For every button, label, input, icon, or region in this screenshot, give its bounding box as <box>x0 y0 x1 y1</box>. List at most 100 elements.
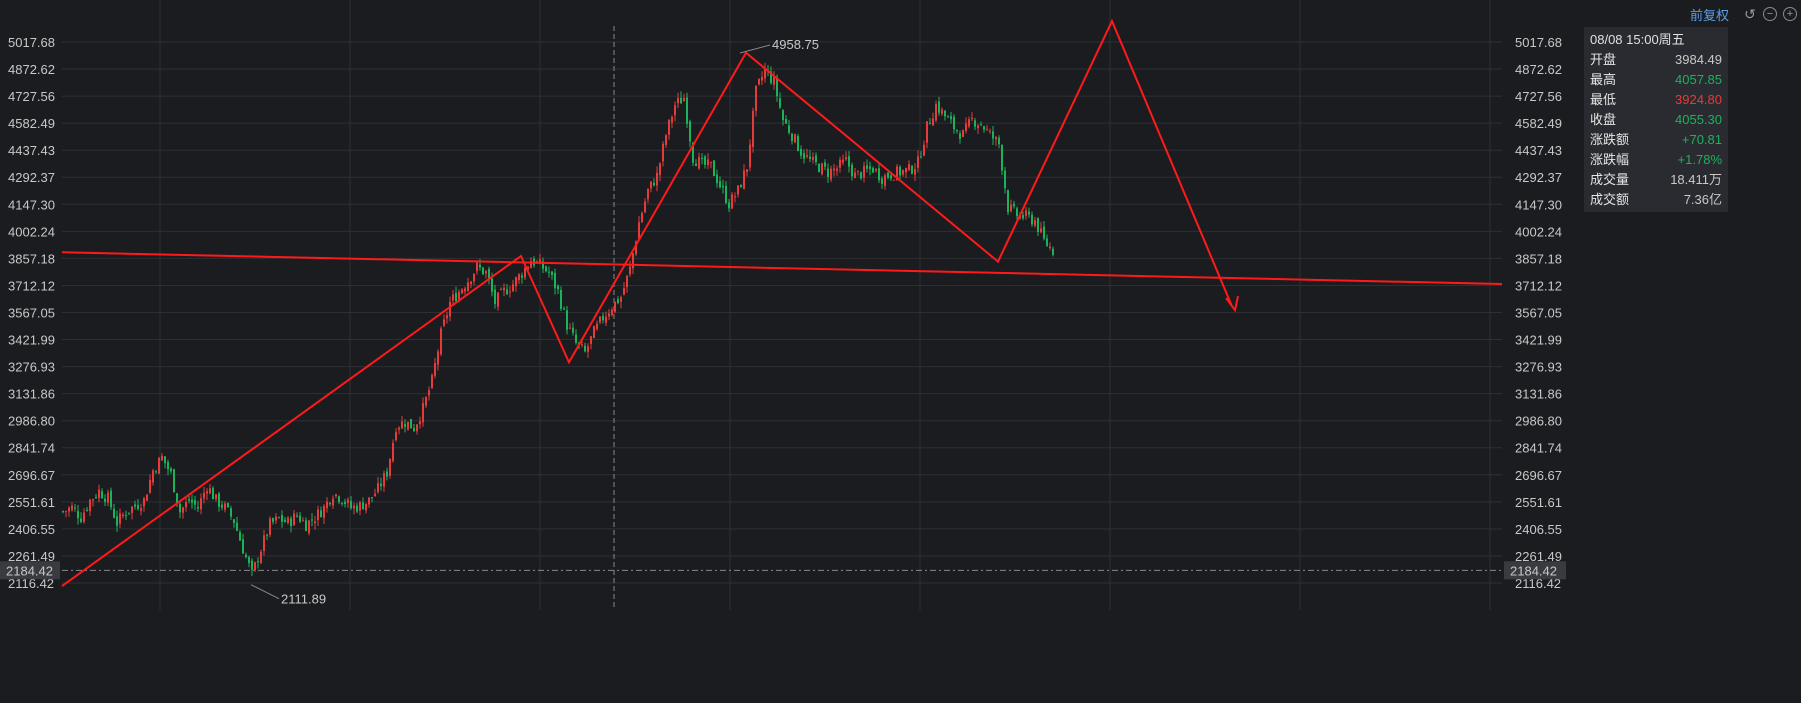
candle-body <box>791 133 793 142</box>
candle-body <box>182 507 184 513</box>
candle-body <box>275 516 277 521</box>
candle-body <box>812 156 814 160</box>
candle-body <box>752 110 754 147</box>
candle-body <box>83 512 85 522</box>
info-row: 成交额 7.36亿 <box>1590 190 1722 210</box>
candle-body <box>839 159 841 168</box>
y-tick-label-right: 4147.30 <box>1515 197 1562 212</box>
candle-body <box>710 161 712 163</box>
candle-body <box>1016 208 1018 217</box>
candle-body <box>206 491 208 494</box>
candle-body <box>245 554 247 557</box>
info-label: 成交量 <box>1590 172 1630 187</box>
info-date: 08/08 15:00周五 <box>1590 32 1685 47</box>
candlestick-chart[interactable]: 5017.68 4872.62 4727.56 4582.49 4437.43 4292.… <box>0 0 1801 703</box>
candle-body <box>128 512 130 514</box>
candle-body <box>404 424 406 427</box>
y-tick-label-left: 2986.80 <box>8 414 55 429</box>
candle-body <box>110 490 112 508</box>
candle-body <box>278 517 280 519</box>
candle-body <box>449 301 451 317</box>
candle-body <box>749 144 751 168</box>
candle-body <box>143 498 145 507</box>
candle-body <box>680 97 682 104</box>
candle-body <box>971 117 973 120</box>
candle-body <box>359 502 361 511</box>
candle-body <box>1034 220 1036 226</box>
y-tick-label-right: 3421.99 <box>1515 333 1562 348</box>
candle-body <box>965 123 967 132</box>
candle-body <box>731 194 733 209</box>
candle-body <box>86 509 88 511</box>
candle-body <box>722 185 724 188</box>
candle-body <box>401 421 403 429</box>
candle-body <box>125 515 127 517</box>
candle-body <box>77 511 79 519</box>
info-value: +70.81 <box>1681 132 1722 147</box>
adjust-mode-button[interactable]: 前复权 <box>1690 5 1729 24</box>
candle-body <box>467 282 469 291</box>
candle-body <box>254 562 256 571</box>
candle-body <box>434 363 436 376</box>
candle-body <box>887 172 889 178</box>
candle-body <box>491 278 493 292</box>
info-value: 3984.49 <box>1675 52 1722 67</box>
candle-body <box>644 201 646 213</box>
zoom-out-icon[interactable]: − <box>1763 7 1777 21</box>
candle-body <box>947 116 949 118</box>
y-tick-label-left: 2841.74 <box>8 441 55 456</box>
candle-body <box>884 175 886 186</box>
candle-body <box>548 271 550 273</box>
candle-body <box>287 517 289 523</box>
zoom-in-icon[interactable]: + <box>1783 7 1797 21</box>
info-value: 4055.30 <box>1675 112 1722 127</box>
candle-body <box>728 202 730 209</box>
info-row: 最低 3924.80 <box>1590 90 1722 110</box>
candle-body <box>194 500 196 505</box>
y-tick-label-right: 4727.56 <box>1515 89 1562 104</box>
candle-body <box>272 518 274 522</box>
candle-body <box>866 165 868 169</box>
low-callout-line <box>250 584 280 600</box>
info-value: 18.411万 <box>1670 172 1722 187</box>
candle-body <box>881 178 883 184</box>
candle-body <box>314 521 316 524</box>
candle-body <box>470 281 472 285</box>
candle-body <box>743 170 745 189</box>
current-price-label: 2184.42 <box>6 563 53 578</box>
candle-body <box>1052 248 1054 255</box>
candle-body <box>551 271 553 276</box>
candle-body <box>788 125 790 133</box>
candle-body <box>725 185 727 203</box>
candle-body <box>806 155 808 157</box>
candle-body <box>371 497 373 499</box>
candle-body <box>572 327 574 333</box>
candle-body <box>818 164 820 173</box>
candle-body <box>116 516 118 526</box>
candle-body <box>929 123 931 125</box>
candle-body <box>782 110 784 121</box>
y-tick-label-left: 4147.30 <box>8 197 55 212</box>
candle-body <box>695 163 697 167</box>
candle-body <box>923 144 925 156</box>
candle-body <box>92 499 94 501</box>
candle-body <box>95 496 97 498</box>
candle-body <box>893 179 895 181</box>
y-tick-label-left: 4292.37 <box>8 170 55 185</box>
candle-body <box>512 284 514 292</box>
candle-body <box>773 77 775 85</box>
candle-body <box>671 116 673 123</box>
candle-body <box>332 498 334 506</box>
y-tick-label-right: 2551.61 <box>1515 495 1562 510</box>
candle-body <box>446 315 448 319</box>
undo-icon[interactable]: ↺ <box>1743 7 1757 21</box>
candle-body <box>146 494 148 501</box>
candle-body <box>629 266 631 275</box>
candle-body <box>524 267 526 278</box>
candle-body <box>833 168 835 171</box>
candle-body <box>983 126 985 130</box>
candle-body <box>317 509 319 521</box>
candle-body <box>899 166 901 176</box>
candle-body <box>599 316 601 323</box>
candle-body <box>131 506 133 513</box>
